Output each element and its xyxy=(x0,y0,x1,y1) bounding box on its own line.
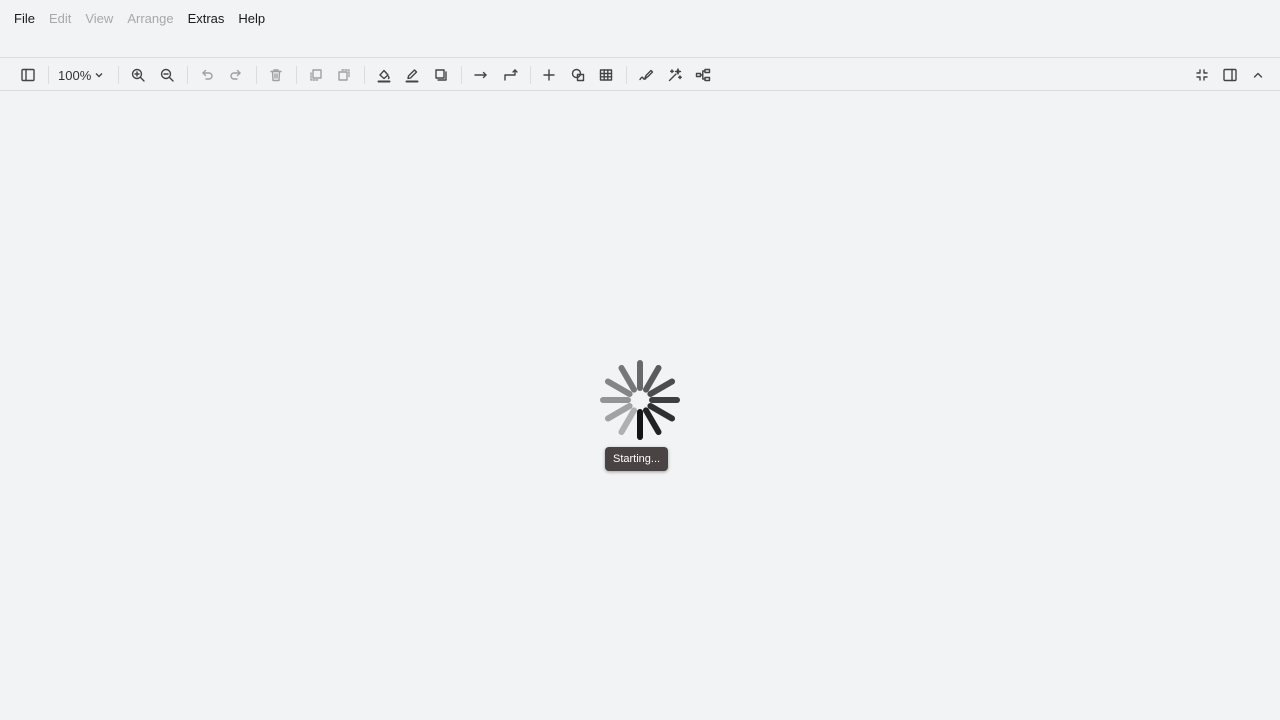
toolbar-separator xyxy=(187,66,188,84)
toolbar-separator xyxy=(461,66,462,84)
spinner-spoke xyxy=(643,364,662,393)
magic-wand-icon[interactable] xyxy=(663,63,687,87)
menu-edit[interactable]: Edit xyxy=(49,11,71,26)
to-back-icon[interactable] xyxy=(332,63,356,87)
spinner-spoke xyxy=(647,403,676,422)
loading-status-tooltip: Starting... xyxy=(605,447,669,471)
undo-icon[interactable] xyxy=(195,63,219,87)
shapes-icon[interactable] xyxy=(566,63,590,87)
zoom-in-icon[interactable] xyxy=(126,63,150,87)
zoom-dropdown[interactable]: 100% xyxy=(58,63,104,87)
sidebar-toggle-icon[interactable] xyxy=(16,63,40,87)
zoom-out-icon[interactable] xyxy=(155,63,179,87)
insert-plus-icon[interactable] xyxy=(537,63,561,87)
toolbar-separator xyxy=(48,66,49,84)
menu-file[interactable]: File xyxy=(14,11,35,26)
spinner-spoke xyxy=(643,407,662,436)
spinner-spoke xyxy=(618,407,637,436)
menu-arrange[interactable]: Arrange xyxy=(127,11,173,26)
toolbar-separator xyxy=(530,66,531,84)
spinner-spoke xyxy=(647,378,676,397)
menu-view[interactable]: View xyxy=(85,11,113,26)
toolbar-separator xyxy=(626,66,627,84)
menu-extras[interactable]: Extras xyxy=(188,11,225,26)
toolbar-separator xyxy=(364,66,365,84)
to-front-icon[interactable] xyxy=(304,63,328,87)
toolbar-separator xyxy=(118,66,119,84)
toolbar: 100% xyxy=(0,57,1280,91)
redo-icon[interactable] xyxy=(224,63,248,87)
fullscreen-icon[interactable] xyxy=(1190,63,1214,87)
zoom-label: 100% xyxy=(58,67,92,83)
menu-bar: File Edit View Arrange Extras Help xyxy=(0,0,1280,36)
chevron-down-icon xyxy=(95,73,103,78)
toolbar-separator xyxy=(296,66,297,84)
format-panel-icon[interactable] xyxy=(1218,63,1242,87)
fill-color-icon[interactable] xyxy=(372,63,396,87)
table-icon[interactable] xyxy=(594,63,618,87)
spinner-spoke xyxy=(604,378,633,397)
delete-icon[interactable] xyxy=(264,63,288,87)
toolbar-separator xyxy=(256,66,257,84)
loading-spinner-icon xyxy=(600,360,680,440)
menu-help[interactable]: Help xyxy=(238,11,265,26)
connection-icon[interactable] xyxy=(469,63,493,87)
layout-icon[interactable] xyxy=(691,63,715,87)
waypoints-icon[interactable] xyxy=(498,63,522,87)
freehand-icon[interactable] xyxy=(634,63,658,87)
line-color-icon[interactable] xyxy=(400,63,424,87)
spinner-spoke xyxy=(618,364,637,393)
collapse-icon[interactable] xyxy=(1246,63,1270,87)
shadow-icon[interactable] xyxy=(429,63,453,87)
spinner-spoke xyxy=(604,403,633,422)
